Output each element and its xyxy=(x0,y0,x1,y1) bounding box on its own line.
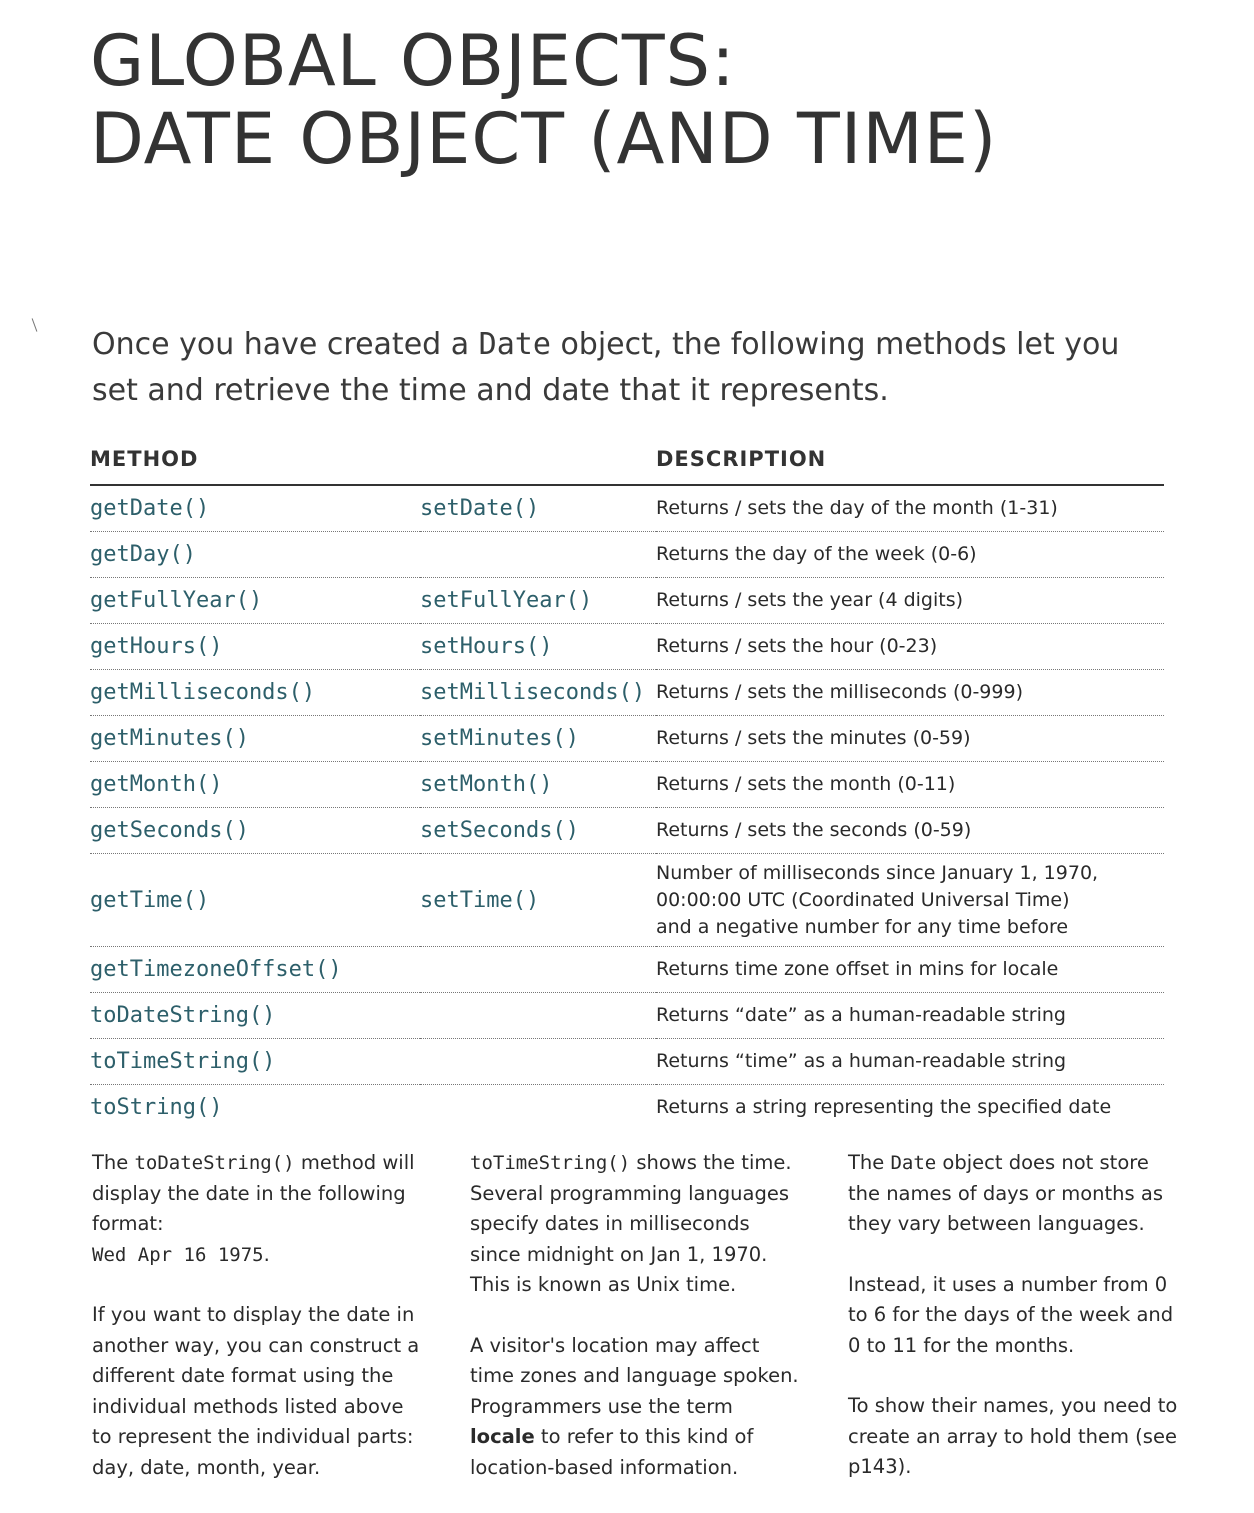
method-description: Returns time zone offset in mins for loc… xyxy=(656,946,1164,993)
get-method: toDateString() xyxy=(90,992,420,1039)
book-page: GLOBAL OBJECTS: DATE OBJECT (AND TIME) O… xyxy=(0,0,1254,1508)
set-method: setSeconds() xyxy=(420,807,656,854)
note-text: The xyxy=(92,1151,135,1174)
method-description: Returns / sets the minutes (0-59) xyxy=(656,715,1164,762)
table-row: getFullYear() setFullYear() Returns / sets… xyxy=(90,577,1164,624)
description-line: 00:00:00 UTC (Coordinated Universal Time… xyxy=(656,888,1070,911)
method-description: Returns the day of the week (0-6) xyxy=(656,531,1164,578)
table-row: getDay() Returns the day of the week (0-6… xyxy=(90,531,1164,578)
method-description: Returns “time” as a human-readable strin… xyxy=(656,1038,1164,1085)
note-paragraph: Instead, it uses a number from 0 to 6 fo… xyxy=(848,1272,1174,1357)
note-paragraph: toTimeString() shows the time. Several p… xyxy=(470,1148,800,1301)
get-method: getDate() xyxy=(90,485,420,532)
note-paragraph: The toDateString() method will display t… xyxy=(92,1148,422,1270)
get-method: getMilliseconds() xyxy=(90,669,420,716)
method-description: Returns / sets the day of the month (1-3… xyxy=(656,485,1164,532)
get-method: getDay() xyxy=(90,531,420,578)
note-column-3: The Date object does not store the names… xyxy=(848,1148,1178,1513)
set-method: setTime() xyxy=(420,853,656,947)
table-row: getSeconds() setSeconds() Returns / sets t… xyxy=(90,807,1164,854)
get-method: getTimezoneOffset() xyxy=(90,946,420,993)
table-row: getHours() setHours() Returns / sets the h… xyxy=(90,623,1164,670)
method-description: Returns / sets the milliseconds (0-999) xyxy=(656,669,1164,716)
set-method xyxy=(420,531,656,578)
note-text: The xyxy=(848,1151,891,1174)
note-column-1: The toDateString() method will display t… xyxy=(92,1148,422,1513)
table-row: getMonth() setMonth() Returns / sets the m… xyxy=(90,761,1164,808)
set-method: setFullYear() xyxy=(420,577,656,624)
note-code: Date xyxy=(890,1152,937,1174)
table-row: toTimeString() Returns “time” as a human-… xyxy=(90,1038,1164,1085)
table-body: getDate() setDate() Returns / sets the day… xyxy=(90,485,1164,1130)
set-method: setDate() xyxy=(420,485,656,532)
intro-text-start: Once you have created a xyxy=(92,327,479,362)
get-method: getFullYear() xyxy=(90,577,420,624)
note-text: . xyxy=(263,1242,270,1266)
note-paragraph: To show their names, you need to create … xyxy=(848,1394,1178,1478)
stray-mark xyxy=(31,318,38,332)
table-row: getMilliseconds() setMilliseconds() Return… xyxy=(90,669,1164,716)
header-description: DESCRIPTION xyxy=(656,442,1164,486)
method-description: Number of milliseconds since January 1, … xyxy=(656,853,1164,947)
get-method: getSeconds() xyxy=(90,807,420,854)
note-paragraph: A visitor's location may affect time zon… xyxy=(470,1331,800,1484)
table-row: toString() Returns a string representing … xyxy=(90,1085,1164,1131)
table-row: toDateString() Returns “date” as a human-… xyxy=(90,992,1164,1039)
table-row: getTimezoneOffset() Returns time zone off… xyxy=(90,946,1164,993)
set-method: setHours() xyxy=(420,623,656,670)
get-method: toTimeString() xyxy=(90,1038,420,1085)
title-line-2: DATE OBJECT (AND TIME) xyxy=(90,98,998,180)
date-format-example: Wed Apr 16 1975 xyxy=(92,1243,264,1266)
table-row: getTime() setTime() Number of milliseconds… xyxy=(90,853,1164,947)
get-method: getHours() xyxy=(90,623,420,670)
get-method: getMonth() xyxy=(90,761,420,808)
set-method xyxy=(420,946,656,993)
table-header-row: METHOD DESCRIPTION xyxy=(90,442,1164,486)
intro-code-date: Date xyxy=(478,327,551,362)
set-method: setMilliseconds() xyxy=(420,669,656,716)
method-description: Returns / sets the year (4 digits) xyxy=(656,577,1164,624)
set-method xyxy=(420,1085,656,1131)
note-paragraph: The Date object does not store the names… xyxy=(848,1148,1178,1240)
set-method xyxy=(420,1038,656,1085)
title-line-1: GLOBAL OBJECTS: xyxy=(90,20,736,102)
note-paragraph: If you want to display the date in anoth… xyxy=(92,1303,420,1479)
methods-table: METHOD DESCRIPTION getDate() setDate() Ret… xyxy=(90,442,1164,1130)
note-column-2: toTimeString() shows the time. Several p… xyxy=(470,1148,800,1513)
intro-paragraph: Once you have created a Date object, the… xyxy=(92,322,1172,414)
page-title: GLOBAL OBJECTS: DATE OBJECT (AND TIME) xyxy=(90,22,997,178)
set-method: setMonth() xyxy=(420,761,656,808)
note-code: toTimeString() xyxy=(470,1152,631,1174)
method-description: Returns a string representing the specif… xyxy=(656,1096,1112,1118)
get-method: toString() xyxy=(90,1095,223,1120)
set-method xyxy=(420,992,656,1039)
table-row: getMinutes() setMinutes() Returns / sets t… xyxy=(90,715,1164,762)
note-code: toDateString() xyxy=(134,1152,295,1174)
table-row: getDate() setDate() Returns / sets the day… xyxy=(90,485,1164,532)
set-method: setMinutes() xyxy=(420,715,656,762)
get-method: getMinutes() xyxy=(90,715,420,762)
get-method: getTime() xyxy=(90,853,420,947)
locale-term: locale xyxy=(470,1425,535,1448)
description-line: and a negative number for any time befor… xyxy=(656,915,1069,938)
method-description: Returns / sets the hour (0-23) xyxy=(656,623,1164,670)
method-description: Returns / sets the seconds (0-59) xyxy=(656,807,1164,854)
header-method: METHOD xyxy=(90,442,656,486)
method-description: Returns / sets the month (0-11) xyxy=(656,761,1164,808)
note-text: A visitor's location may affect time zon… xyxy=(470,1333,799,1418)
description-line: Number of milliseconds since January 1, … xyxy=(656,861,1099,884)
method-description: Returns “date” as a human-readable strin… xyxy=(656,992,1164,1039)
